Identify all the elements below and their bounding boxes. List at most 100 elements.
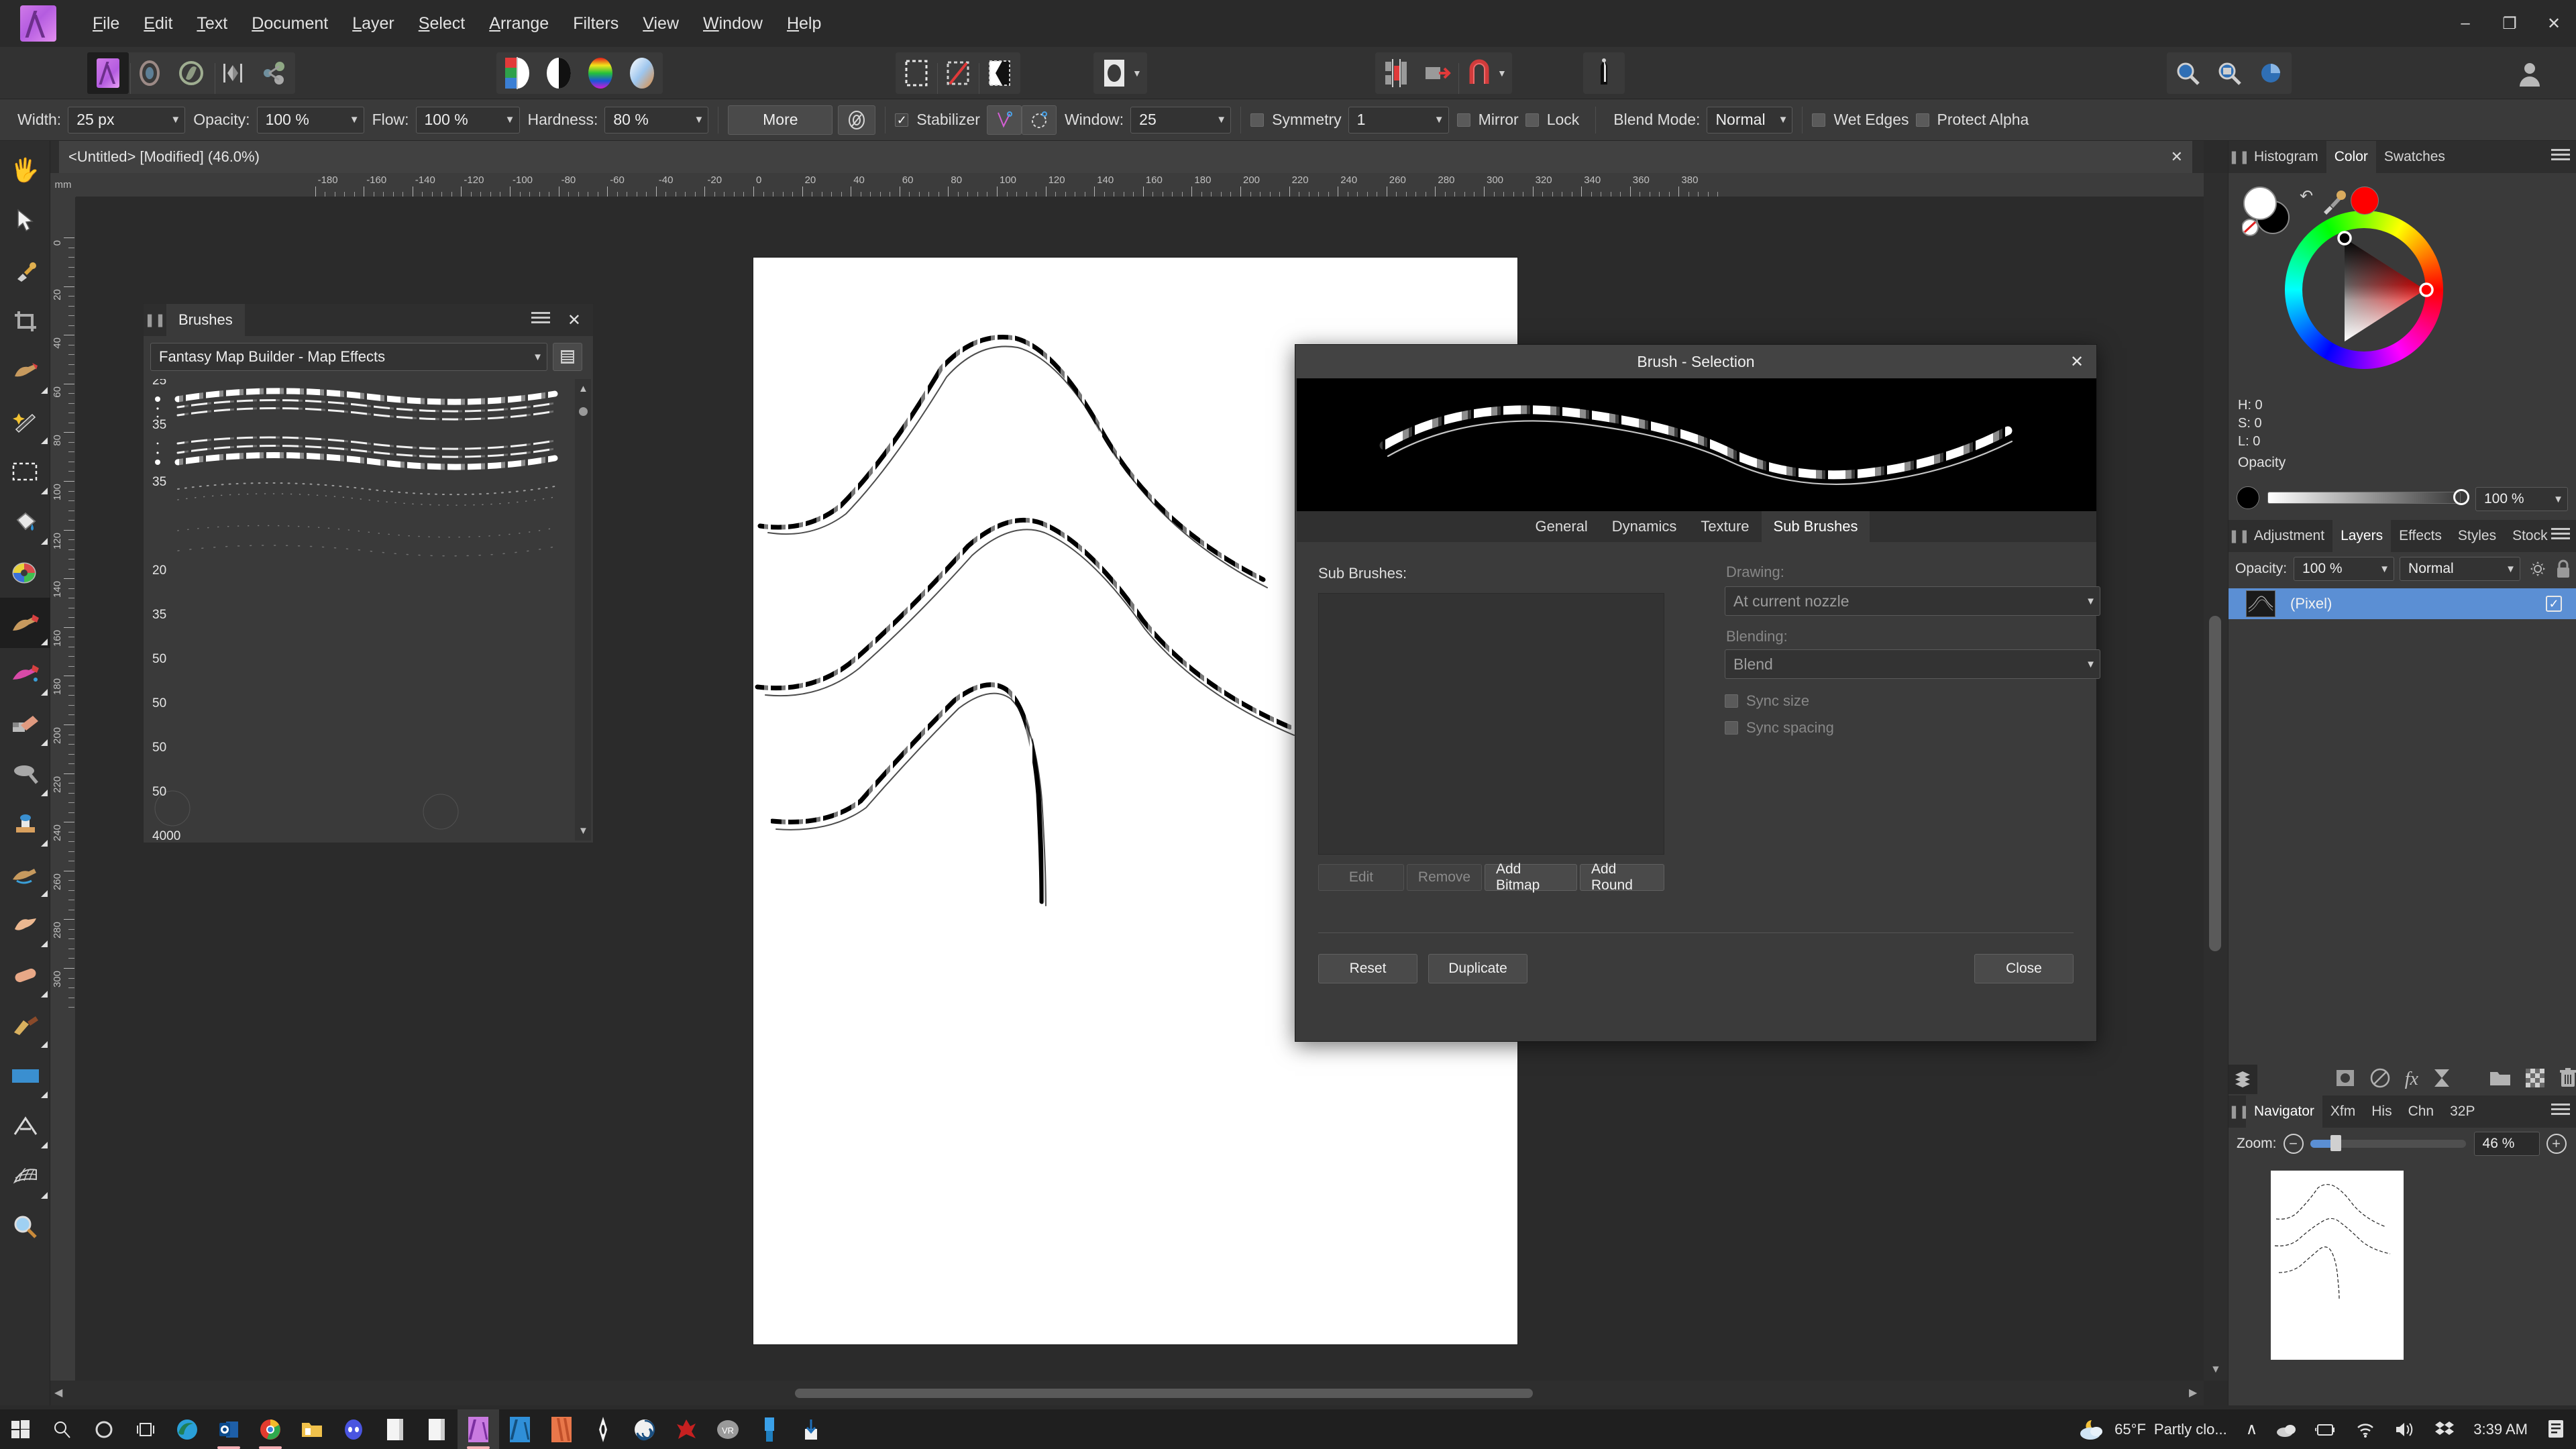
scroll-thumb[interactable] (579, 407, 588, 416)
panel-menu-icon[interactable] (2551, 1104, 2570, 1120)
scroll-thumb[interactable] (2209, 616, 2221, 951)
vertical-scrollbar[interactable]: ▼ (2204, 173, 2228, 1381)
swap-colors-icon[interactable]: ↶ (2300, 186, 2313, 206)
colour-picker-tool[interactable] (0, 246, 50, 296)
paint-brush-tool[interactable] (0, 598, 50, 648)
search-button[interactable] (42, 1409, 83, 1449)
panel-menu-icon[interactable] (531, 312, 550, 328)
scroll-down-icon[interactable]: ▼ (2210, 1364, 2221, 1376)
mirror-checkbox[interactable] (1456, 113, 1470, 127)
move-tool[interactable] (0, 195, 50, 246)
layer-visibility-checkbox[interactable]: ✓ (2546, 596, 2562, 612)
affinity-photo-button[interactable] (458, 1409, 499, 1449)
chevron-up-icon[interactable]: ∧ (2237, 1409, 2267, 1449)
stabilizer-checkbox[interactable] (895, 113, 909, 127)
panel-menu-icon[interactable] (2551, 149, 2570, 165)
zoom-actual-button[interactable] (2208, 52, 2250, 94)
clock[interactable]: 3:39 AM (2464, 1409, 2537, 1449)
color-wheel-swatch-button[interactable] (580, 52, 621, 94)
menu-select[interactable]: Select (407, 9, 478, 39)
horizontal-ruler[interactable]: -180 -160 -140 -120 -100 -80 -60 -40 -20 0 20 40 60 8… (76, 173, 2204, 197)
task-view-button[interactable] (125, 1409, 166, 1449)
tab-texture[interactable]: Texture (1688, 511, 1761, 542)
view-tool[interactable]: 🖐 (0, 145, 50, 195)
brush-list[interactable]: 25 35 35 20 35 50 50 50 50 4000 ▲ ▼ (146, 379, 591, 841)
cloud-icon[interactable] (2267, 1409, 2306, 1449)
ellipse-icon-button[interactable] (1093, 52, 1135, 94)
menu-file[interactable]: File (80, 9, 131, 39)
tab-sub-brushes[interactable]: Sub Brushes (1761, 511, 1870, 542)
zoom-in-icon[interactable]: + (2546, 1134, 2567, 1154)
more-button[interactable]: More (728, 105, 833, 135)
panel-grip-icon[interactable]: ❚❚ (2229, 150, 2250, 165)
artistic-text-tool[interactable] (0, 1101, 50, 1151)
symmetry-checkbox[interactable] (1250, 113, 1265, 127)
layer-blend-combo[interactable]: Normal ▼ (2400, 557, 2521, 581)
menu-window[interactable]: Window (691, 9, 775, 39)
rope-mode-icon-button[interactable] (986, 105, 1022, 135)
smudge-brush-tool[interactable] (0, 900, 50, 950)
brush-list-scrollbar[interactable]: ▲ ▼ (575, 379, 591, 841)
zoom-slider-handle[interactable] (2330, 1135, 2341, 1151)
vr-app-button[interactable]: VR (707, 1409, 749, 1449)
color-picker-swatch-button[interactable] (496, 52, 538, 94)
discord-button[interactable] (333, 1409, 374, 1449)
pen-tool[interactable] (0, 1000, 50, 1051)
brush-category-combo[interactable]: Fantasy Map Builder - Map Effects ▼ (150, 343, 547, 371)
window-combo[interactable]: 25 ▼ (1130, 106, 1232, 133)
zoom-fit-button[interactable] (2167, 52, 2208, 94)
assistant-icon-button[interactable] (1583, 52, 1625, 94)
menu-document[interactable]: Document (239, 9, 340, 39)
tone-mapping-persona-button[interactable] (212, 52, 254, 94)
add-bitmap-button[interactable]: Add Bitmap (1485, 861, 1577, 893)
snapping-icon-button[interactable] (1458, 52, 1500, 94)
delete-icon-button[interactable] (2559, 1067, 2576, 1091)
fx-icon-button[interactable]: fx (2405, 1069, 2418, 1090)
spiral-app-button[interactable] (624, 1409, 665, 1449)
add-round-button[interactable]: Add Round (1580, 861, 1664, 893)
crop-tool[interactable] (0, 296, 50, 346)
mask-icon-button[interactable] (2335, 1069, 2355, 1091)
gear-icon[interactable] (2528, 559, 2547, 578)
dodge-brush-tool[interactable] (0, 749, 50, 799)
mesh-warp-tool[interactable] (0, 1151, 50, 1201)
layer-stack-icon-button[interactable] (2229, 1065, 2257, 1094)
recent-color-swatch[interactable] (2351, 186, 2379, 215)
lock-checkbox[interactable] (1525, 113, 1539, 127)
close-button[interactable]: ✕ (2532, 0, 2576, 47)
weather-widget[interactable]: 65°F Partly clo... (2069, 1409, 2237, 1449)
red-app-button[interactable] (665, 1409, 707, 1449)
blue-app-button[interactable] (749, 1409, 790, 1449)
width-combo[interactable]: 25 px ▼ (68, 106, 186, 133)
scroll-down-icon[interactable]: ▼ (578, 825, 588, 837)
menu-arrange[interactable]: Arrange (477, 9, 561, 39)
tab-styles[interactable]: Styles (2450, 520, 2504, 552)
tab-his[interactable]: His (2363, 1095, 2400, 1128)
tab-stock[interactable]: Stock (2504, 520, 2556, 552)
blending-combo[interactable]: Blend ▼ (1725, 649, 2100, 679)
scroll-left-icon[interactable]: ◀ (54, 1386, 65, 1399)
vertical-ruler[interactable]: 0 20 40 60 80 100 120 140 160 180 200 220 240 260 280 3… (50, 173, 76, 1381)
lock-icon[interactable] (2555, 559, 2571, 579)
panel-grip-icon[interactable]: ❚❚ (2229, 529, 2250, 544)
scroll-right-icon[interactable]: ▶ (2189, 1386, 2200, 1399)
tab-swatches[interactable]: Swatches (2376, 141, 2453, 173)
brush-settings-icon-button[interactable] (838, 105, 876, 135)
flow-combo[interactable]: 100 % ▼ (415, 106, 520, 133)
opacity-slider[interactable] (2267, 492, 2461, 504)
drawing-combo[interactable]: At current nozzle ▼ (1725, 586, 2100, 616)
protect-alpha-checkbox[interactable] (1915, 113, 1929, 127)
tab-general[interactable]: General (1523, 511, 1600, 542)
healing-brush-tool[interactable] (0, 950, 50, 1000)
develop-persona-button[interactable] (170, 52, 212, 94)
gradient-swatch-button[interactable] (621, 52, 663, 94)
chrome-button[interactable] (250, 1409, 291, 1449)
panel-grip-icon[interactable]: ❚❚ (2229, 1104, 2250, 1120)
refine-selection-icon-button[interactable] (979, 52, 1020, 94)
sync-size-checkbox[interactable] (1725, 694, 1738, 708)
reset-button[interactable]: Reset (1318, 954, 1417, 983)
outlook-button[interactable] (208, 1409, 250, 1449)
panel-grip-icon[interactable]: ❚❚ (144, 313, 166, 328)
sub-brushes-list[interactable] (1318, 593, 1664, 855)
start-button[interactable] (0, 1409, 42, 1449)
